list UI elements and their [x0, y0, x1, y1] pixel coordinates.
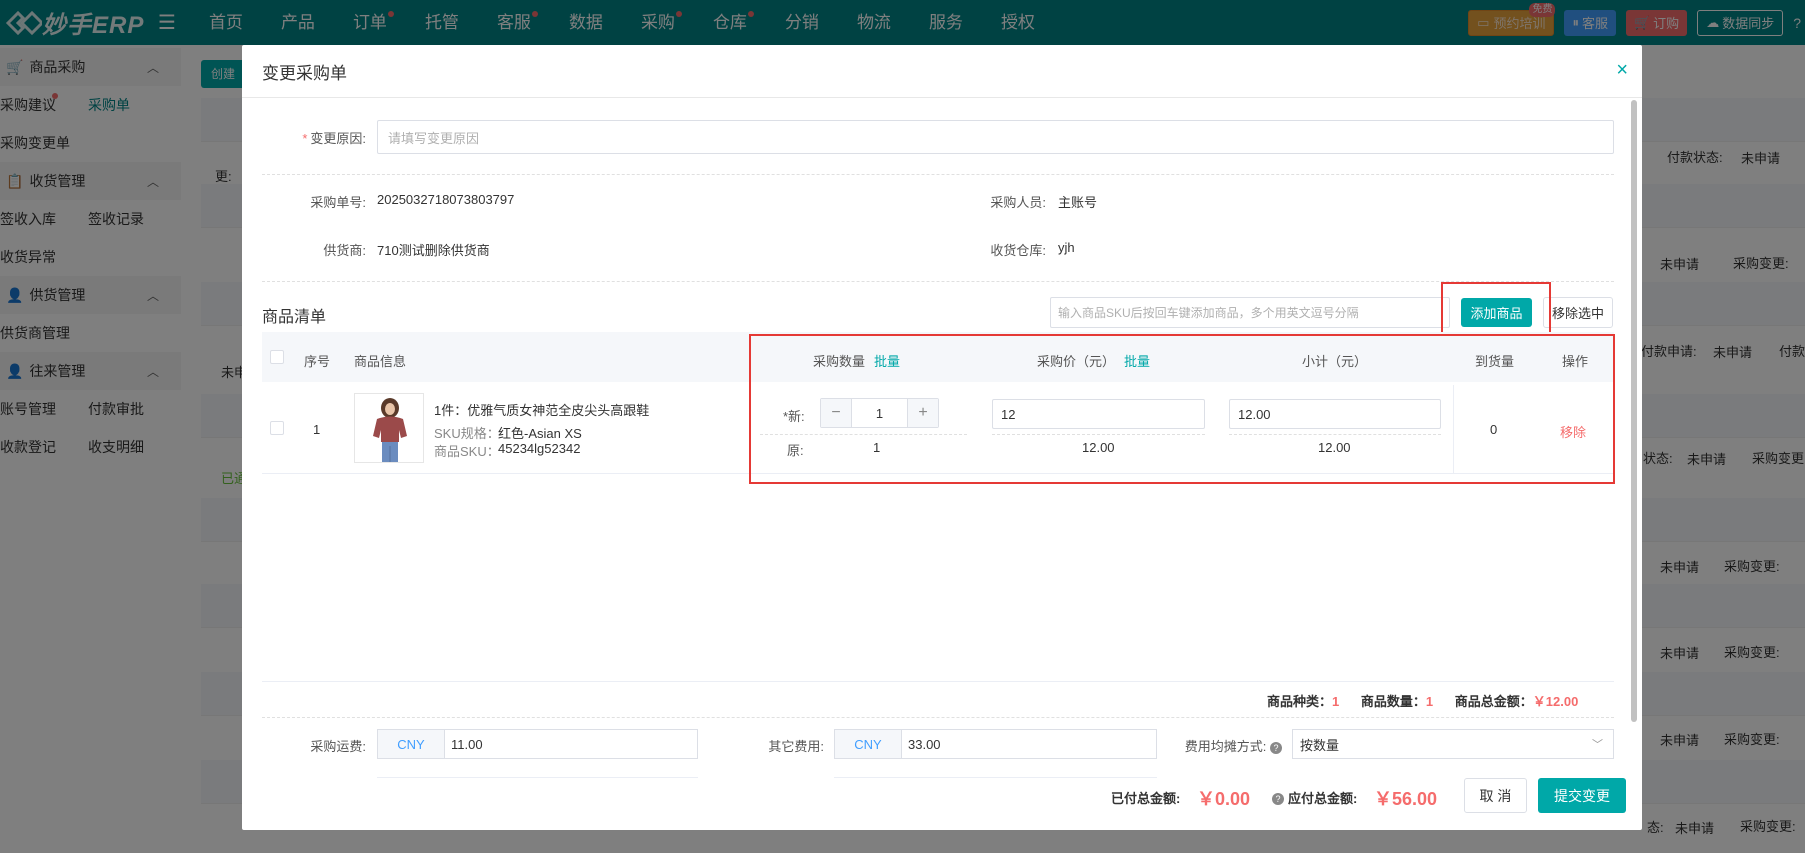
- row-index: 1: [313, 422, 321, 437]
- supplier-label: 供货商:: [323, 243, 366, 258]
- warehouse-label: 收货仓库:: [990, 243, 1046, 258]
- cancel-button[interactable]: 取 消: [1464, 778, 1527, 813]
- summary-line: 商品种类：1 商品数量：1 商品总金额：￥12.00: [1267, 694, 1579, 709]
- other-fee-currency: CNY: [834, 729, 902, 759]
- paid-total-value: ￥0.00: [1197, 789, 1251, 809]
- order-no-value: 2025032718073803797: [377, 192, 515, 207]
- highlight-box: [749, 334, 1615, 484]
- summary-qty: 1: [1425, 694, 1434, 709]
- chevron-down-icon: ﹀: [1592, 739, 1603, 751]
- warehouse-value: yjh: [1058, 240, 1075, 255]
- divider: [262, 717, 1614, 718]
- remove-selected-button[interactable]: 移除选中: [1543, 297, 1613, 328]
- payable-total-label: 应付总金额:: [1288, 791, 1358, 806]
- product-sku-label: 商品SKU：: [434, 444, 500, 459]
- summary-total: ￥12.00: [1532, 694, 1579, 709]
- payable-total-value: ￥56.00: [1374, 789, 1438, 809]
- buyer-label: 采购人员:: [990, 195, 1046, 210]
- header-index: 序号: [304, 354, 331, 369]
- supplier-value: 710测试删除供货商: [377, 243, 490, 258]
- scrollbar[interactable]: [1631, 100, 1637, 722]
- buyer-value: 主账号: [1058, 195, 1098, 210]
- close-icon[interactable]: ×: [1616, 59, 1628, 82]
- summary-kinds: 1: [1332, 694, 1340, 709]
- allocation-label: 费用均摊方式: ?: [1170, 736, 1282, 755]
- allocation-select[interactable]: 按数量 ﹀: [1292, 729, 1614, 759]
- other-fee-input[interactable]: 33.00: [901, 729, 1157, 759]
- divider: [834, 777, 1157, 778]
- other-fee-label: 其它费用:: [768, 739, 824, 754]
- freight-input[interactable]: 11.00: [444, 729, 698, 759]
- divider: [262, 281, 1614, 282]
- divider: [262, 174, 1614, 175]
- freight-currency: CNY: [377, 729, 445, 759]
- sku-spec-value: 红色-Asian XS: [498, 426, 582, 441]
- product-name: 1件：优雅气质女神范全皮尖头高跟鞋: [434, 403, 650, 418]
- divider: [377, 777, 698, 778]
- product-image: [354, 393, 424, 463]
- divider: [262, 681, 1614, 682]
- sku-input[interactable]: 输入商品SKU后按回车键添加商品，多个用英文逗号分隔: [1050, 297, 1450, 328]
- question-icon: ?: [1270, 741, 1282, 754]
- row-checkbox[interactable]: [270, 421, 284, 435]
- order-no-label: 采购单号:: [310, 195, 366, 210]
- paid-total-label: 已付总金额:: [1111, 791, 1181, 806]
- submit-change-button[interactable]: 提交变更: [1538, 778, 1626, 813]
- product-sku-value: 45234lg52342: [498, 441, 581, 456]
- header-info: 商品信息: [354, 354, 407, 369]
- dialog-title: 变更采购单: [262, 63, 347, 83]
- sku-spec-label: SKU规格：: [434, 426, 500, 441]
- select-all-checkbox[interactable]: [270, 350, 284, 364]
- reason-label: * 变更原因:: [302, 131, 366, 146]
- question-icon: ?: [1272, 790, 1284, 805]
- freight-label: 采购运费:: [310, 739, 366, 754]
- product-list-title: 商品清单: [262, 309, 327, 326]
- reason-input[interactable]: 请填写变更原因: [377, 120, 1614, 154]
